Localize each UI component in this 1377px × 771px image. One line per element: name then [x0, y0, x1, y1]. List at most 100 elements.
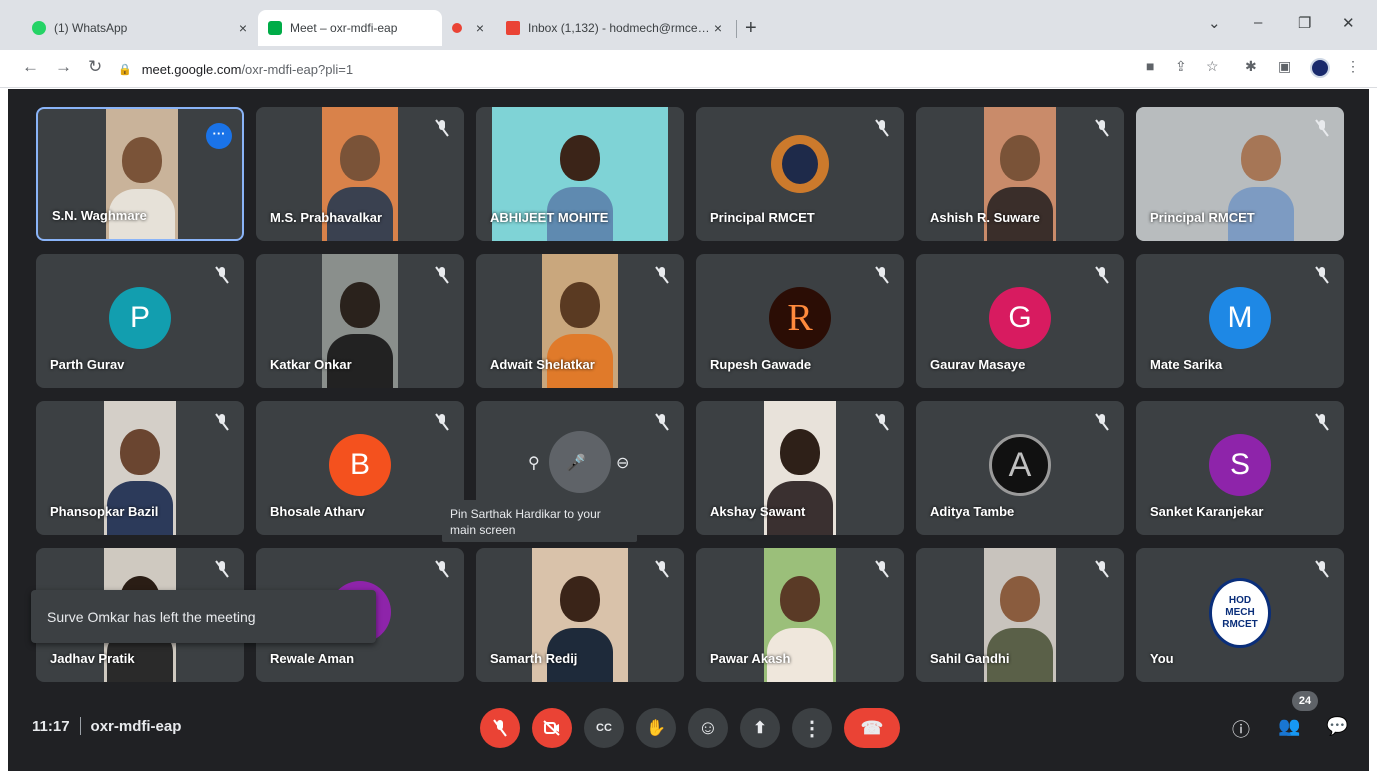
participant-tile-self[interactable]: HOD MECH RMCET You	[1136, 548, 1344, 682]
bookmark-star-icon[interactable]: ☆	[1206, 58, 1219, 75]
participant-tile[interactable]: Katkar Onkar	[256, 254, 464, 388]
mic-muted-icon	[1315, 119, 1329, 137]
mic-muted-icon	[1095, 266, 1109, 284]
close-icon[interactable]: ×	[714, 20, 722, 36]
participant-tile[interactable]: M.S. Prabhavalkar	[256, 107, 464, 241]
participant-name: Katkar Onkar	[270, 357, 352, 372]
participant-avatar: G	[989, 287, 1051, 349]
mic-muted-icon	[215, 266, 229, 284]
meet-icon	[268, 21, 282, 35]
person-head	[780, 576, 820, 622]
participant-tile[interactable]: Samarth Redij	[476, 548, 684, 682]
participant-tile[interactable]: Adwait Shelatkar	[476, 254, 684, 388]
forward-button[interactable]: →	[55, 57, 72, 77]
mic-muted-icon	[655, 413, 669, 431]
reload-button[interactable]: ↻	[88, 57, 102, 77]
restore-button[interactable]: ❐	[1298, 14, 1311, 32]
close-icon[interactable]: ×	[476, 20, 484, 36]
people-icon[interactable]: 👥	[1278, 716, 1300, 737]
pin-icon[interactable]: ⚲	[528, 453, 540, 473]
hod-mech-logo: HOD MECH RMCET	[1209, 578, 1271, 648]
participant-name: Rewale Aman	[270, 651, 355, 666]
mic-muted-icon	[1095, 560, 1109, 578]
participant-tile[interactable]: ABHIJEET MOHITE	[476, 107, 684, 241]
participant-tile[interactable]: Principal RMCET	[696, 107, 904, 241]
tab-label: Meet – oxr-mdfi-eap	[290, 21, 398, 35]
mic-muted-icon	[875, 560, 889, 578]
tab-gmail[interactable]: Inbox (1,132) - hodmech@rmce… ×	[496, 10, 732, 46]
new-tab-button[interactable]: +	[745, 17, 757, 40]
participant-avatar: R	[769, 287, 831, 349]
participant-avatar: A	[989, 434, 1051, 496]
person-head	[1240, 135, 1281, 181]
side-panel-icon[interactable]: ▣	[1278, 58, 1291, 75]
participant-tile[interactable]: Akshay Sawant	[696, 401, 904, 535]
participant-tile[interactable]: S Sanket Karanjekar	[1136, 401, 1344, 535]
tab-recording[interactable]: ×	[442, 10, 494, 46]
chat-icon[interactable]: 💬	[1326, 716, 1348, 737]
meet-stage: ··· S.N. Waghmare M.S. Prabhavalkar ABHI…	[8, 89, 1369, 771]
participant-name: Akshay Sawant	[710, 504, 806, 519]
tab-search-icon[interactable]: ⌄	[1208, 14, 1221, 32]
url-bar[interactable]: 🔒 meet.google.com/oxr-mdfi-eap?pli=1	[118, 55, 1128, 83]
logo-line: HOD	[1228, 595, 1252, 606]
person-head	[340, 135, 380, 181]
mic-off-icon	[493, 719, 507, 737]
person-head	[1000, 135, 1040, 181]
participant-tile[interactable]: Phansopkar Bazil	[36, 401, 244, 535]
participant-tile[interactable]: M Mate Sarika	[1136, 254, 1344, 388]
participant-name: You	[1150, 651, 1174, 666]
participant-tile[interactable]: ··· S.N. Waghmare	[36, 107, 244, 241]
mic-muted-icon	[215, 413, 229, 431]
mic-muted-icon	[1315, 413, 1329, 431]
tab-meet[interactable]: Meet – oxr-mdfi-eap	[258, 10, 442, 46]
present-button[interactable]: ⬆	[740, 708, 780, 748]
gmail-icon	[506, 21, 520, 35]
participant-tile[interactable]: Pawar Akash	[696, 548, 904, 682]
close-window-button[interactable]: ✕	[1342, 14, 1355, 32]
remove-participant-icon[interactable]: ⊖	[616, 453, 629, 473]
logo-line: RMCET	[1222, 619, 1258, 630]
participant-name: Pawar Akash	[710, 651, 791, 666]
participant-name: Samarth Redij	[490, 651, 578, 666]
more-options-icon[interactable]: ···	[206, 123, 232, 149]
participant-tile[interactable]: A Aditya Tambe	[916, 401, 1124, 535]
back-button[interactable]: ←	[22, 57, 39, 77]
minimize-button[interactable]: –	[1254, 14, 1262, 31]
url-host: meet.google.com	[141, 61, 242, 77]
participant-tile[interactable]: Principal RMCET	[1136, 107, 1344, 241]
participant-tile[interactable]: R Rupesh Gawade	[696, 254, 904, 388]
participant-name: M.S. Prabhavalkar	[270, 210, 382, 225]
profile-avatar[interactable]	[1310, 58, 1330, 78]
camera-off-icon	[543, 720, 560, 736]
mic-off-button[interactable]	[480, 708, 520, 748]
reactions-button[interactable]: ☺	[688, 708, 728, 748]
participant-tile[interactable]: P Parth Gurav	[36, 254, 244, 388]
captions-button[interactable]: CC	[584, 708, 624, 748]
extensions-icon[interactable]: ✱	[1245, 58, 1257, 75]
participant-count-badge: 24	[1292, 691, 1318, 711]
menu-icon[interactable]: ⋮	[1346, 58, 1360, 75]
share-icon[interactable]: ⇪	[1175, 58, 1187, 75]
participant-name: Mate Sarika	[1150, 357, 1223, 372]
participant-name: Principal RMCET	[710, 210, 815, 225]
participant-tile[interactable]: Sahil Gandhi	[916, 548, 1124, 682]
more-options-button[interactable]: ⋮	[792, 708, 832, 748]
close-icon[interactable]: ×	[239, 20, 247, 36]
camera-icon[interactable]: ■	[1146, 58, 1154, 74]
mic-muted-icon	[1315, 266, 1329, 284]
profile-photo	[771, 135, 829, 193]
mute-participant-icon[interactable]: 🎤	[566, 453, 586, 473]
participant-tile[interactable]: B Bhosale Atharv	[256, 401, 464, 535]
camera-off-button[interactable]	[532, 708, 572, 748]
tab-whatsapp[interactable]: (1) WhatsApp ×	[22, 10, 257, 46]
info-icon[interactable]: ⓘ	[1232, 716, 1250, 742]
participant-tile[interactable]: G Gaurav Masaye	[916, 254, 1124, 388]
whatsapp-icon	[32, 21, 46, 35]
mic-muted-icon	[1095, 413, 1109, 431]
raise-hand-button[interactable]: ✋	[636, 708, 676, 748]
participant-tile[interactable]: Ashish R. Suware	[916, 107, 1124, 241]
hang-up-button[interactable]: ☎	[844, 708, 900, 748]
lock-icon: 🔒	[118, 63, 132, 76]
person-head	[1000, 576, 1040, 622]
